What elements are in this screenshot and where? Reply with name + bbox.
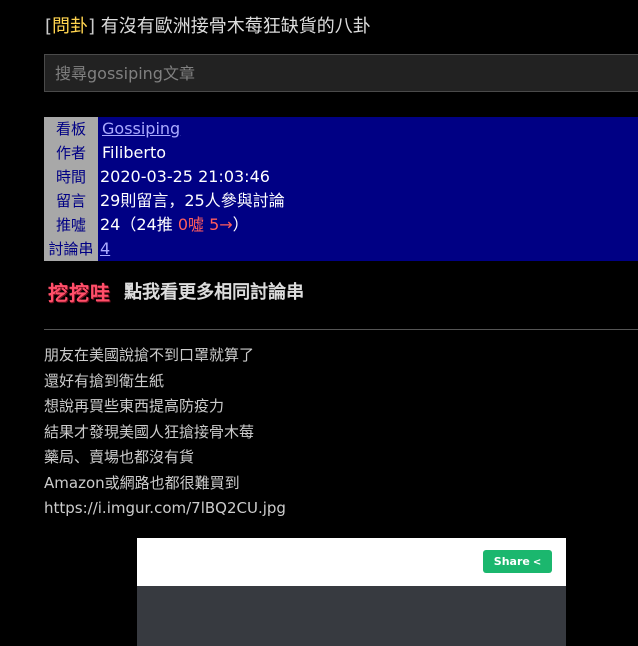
meta-row-time: 時間 2020-03-25 21:03:46 [44, 165, 638, 189]
arrow-count: 5→ [204, 215, 233, 234]
meta-value-time: 2020-03-25 21:03:46 [100, 167, 270, 186]
meta-row-thread: 討論串 4 [44, 237, 638, 261]
meta-value-board: Gossiping [102, 117, 180, 141]
title-bracket-open: [ [45, 16, 53, 37]
content-line: 藥局、賣場也都沒有貨 [44, 448, 195, 466]
title-category-tag: 問卦 [52, 16, 89, 37]
embed-image-preview[interactable] [137, 586, 566, 646]
article-title: [問卦] 有沒有歐洲接骨木莓狂缺貨的八卦 [45, 14, 371, 40]
meta-row-author: 作者 Filiberto [44, 141, 638, 165]
content-divider [44, 329, 638, 330]
meta-row-push: 推噓 24（24推 0噓 5→） [44, 213, 638, 237]
search-input[interactable] [44, 54, 638, 92]
meta-label-board: 看板 [44, 117, 98, 141]
embed-header: Share < [137, 538, 566, 586]
meta-label-time: 時間 [44, 165, 98, 189]
meta-value-comments: 29則留言，25人參與討論 [100, 191, 285, 210]
board-link[interactable]: Gossiping [102, 119, 180, 138]
meta-label-author: 作者 [44, 141, 98, 165]
content-line: 還好有搶到衛生紙 [44, 371, 165, 390]
digger-logo: 挖挖哇 [48, 281, 111, 305]
content-line: Amazon或網路也都很難買到 [44, 473, 240, 492]
title-bracket-close: ] [88, 16, 96, 37]
meta-label-comments: 留言 [44, 189, 98, 213]
meta-row-comments: 留言 29則留言，25人參與討論 [44, 189, 638, 213]
meta-row-board: 看板 Gossiping [44, 117, 638, 141]
digger-banner[interactable]: 挖挖哇 點我看更多相同討論串 [48, 278, 304, 310]
content-line: 想說再買些東西提高防疫力 [44, 397, 225, 415]
push-count: 24（24推 [100, 215, 178, 234]
meta-value-author: Filiberto [102, 143, 167, 162]
share-label: Share [493, 555, 530, 568]
meta-value-thread: 4 [100, 237, 110, 261]
content-line: 結果才發現美國人狂搶接骨木莓 [44, 422, 255, 441]
boo-count: 0噓 [177, 215, 204, 234]
article-content: 朋友在美國說搶不到口罩就算了 還好有搶到衛生紙 想說再買些東西提高防疫力 結果才… [44, 343, 634, 522]
meta-label-thread: 討論串 [44, 237, 98, 261]
imgur-embed: Share < [137, 538, 566, 646]
meta-label-push: 推噓 [44, 213, 98, 237]
push-close: ） [232, 215, 249, 234]
share-icon: < [532, 557, 542, 568]
meta-value-push: 24（24推 0噓 5→） [100, 213, 249, 237]
content-line: 朋友在美國說搶不到口罩就算了 [44, 346, 255, 364]
share-button[interactable]: Share < [483, 550, 552, 573]
article-meta-block: 看板 Gossiping 作者 Filiberto 時間 2020-03-25 … [44, 117, 638, 261]
thread-count-link[interactable]: 4 [100, 239, 110, 258]
more-threads-link[interactable]: 點我看更多相同討論串 [124, 278, 304, 308]
image-link[interactable]: https://i.imgur.com/7lBQ2CU.jpg [44, 496, 634, 522]
title-text: 有沒有歐洲接骨木莓狂缺貨的八卦 [95, 16, 371, 37]
ptt-article-page: [問卦] 有沒有歐洲接骨木莓狂缺貨的八卦 看板 Gossiping 作者 Fil… [0, 0, 638, 646]
